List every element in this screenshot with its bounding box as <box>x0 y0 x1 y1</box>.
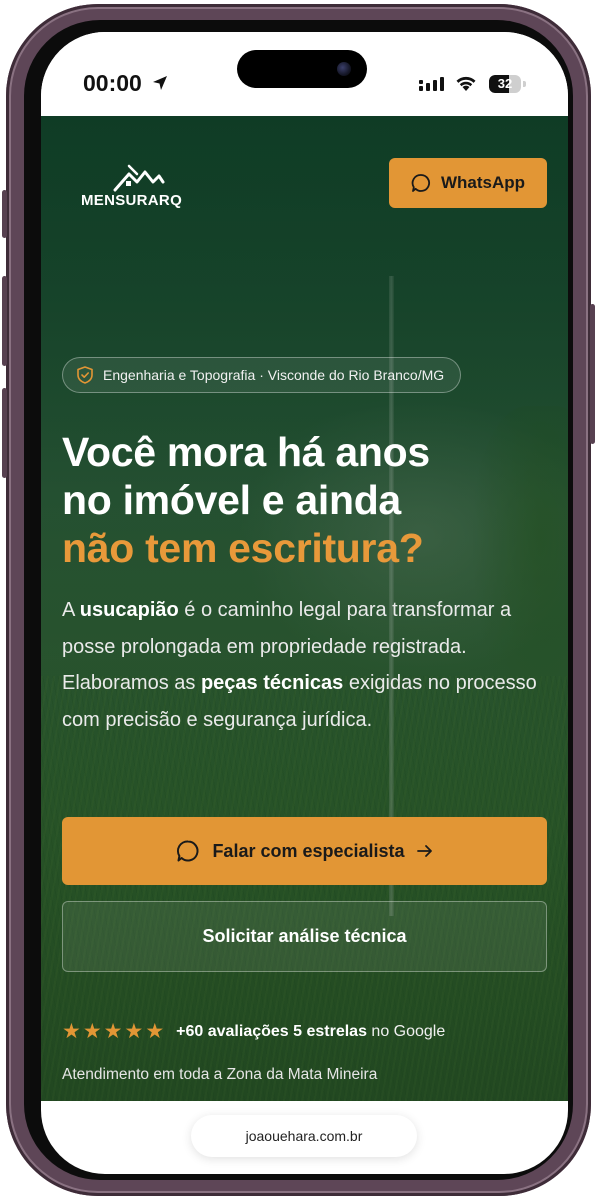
star-icon: ★ <box>145 1020 165 1043</box>
url-text: joaouehara.com.br <box>245 1128 363 1144</box>
status-time: 00:00 <box>83 70 142 96</box>
phone-screen: 00:00 32 MENSURARQ WhatsApp Engenharia e… <box>41 32 568 1174</box>
logo-mark-icon <box>113 164 165 192</box>
location-arrow-icon <box>153 76 167 90</box>
cta-primary-label: Falar com especialista <box>212 840 405 861</box>
rating-text: +60 avaliações 5 estrelas no Google <box>176 1023 445 1041</box>
talk-to-specialist-button[interactable]: Falar com especialista <box>62 817 547 885</box>
whatsapp-button-label: WhatsApp <box>440 173 526 192</box>
hero-headline: Você mora há anos no imóvel e ainda não … <box>62 428 542 572</box>
power-button <box>590 304 595 444</box>
rating-row: ★ ★ ★ ★ ★ +60 avaliações 5 estrelas no G… <box>62 1020 445 1043</box>
shield-check-icon <box>77 366 93 384</box>
dynamic-island <box>237 50 367 88</box>
category-badge: Engenharia e Topografia · Visconde do Ri… <box>62 357 462 393</box>
star-icon: ★ <box>82 1020 102 1043</box>
camera-icon <box>337 62 351 76</box>
rating-bold-text: +60 avaliações 5 estrelas <box>176 1023 367 1040</box>
logo[interactable]: MENSURARQ <box>81 164 201 212</box>
battery-icon: 32 <box>489 75 521 93</box>
lead-bold-usucapiao: usucapião <box>79 599 179 621</box>
volume-up-button <box>2 276 7 366</box>
star-icon: ★ <box>124 1020 144 1043</box>
logo-text: MENSURARQ <box>81 192 183 209</box>
lead-text-1: A <box>62 599 80 621</box>
hero-section: MENSURARQ WhatsApp Engenharia e Topograf… <box>41 116 568 1101</box>
request-analysis-button[interactable]: Solicitar análise técnica <box>62 901 547 972</box>
lead-bold-pecas: peças técnicas <box>200 672 344 694</box>
chat-bubble-icon <box>177 840 199 862</box>
phone-frame: 00:00 32 MENSURARQ WhatsApp Engenharia e… <box>2 4 595 1196</box>
whatsapp-button[interactable]: WhatsApp <box>389 158 547 208</box>
star-icon: ★ <box>62 1020 81 1043</box>
volume-down-button <box>2 388 7 478</box>
wifi-icon <box>456 76 476 91</box>
action-button <box>2 190 7 238</box>
battery-level: 32 <box>497 76 513 91</box>
arrow-right-icon <box>416 845 432 857</box>
battery-tip <box>523 81 526 87</box>
headline-accent: não tem escritura? <box>62 525 424 571</box>
headline-line-2: no imóvel e ainda <box>62 477 401 523</box>
signal-icon <box>419 77 444 91</box>
rating-suffix: no Google <box>371 1023 446 1040</box>
rating-stars: ★ ★ ★ ★ ★ <box>62 1020 165 1043</box>
chat-bubble-icon <box>411 174 430 192</box>
headline-line-1: Você mora há anos <box>62 429 430 475</box>
service-area-text: Atendimento em toda a Zona da Mata Minei… <box>62 1066 378 1083</box>
badge-text: Engenharia e Topografia · Visconde do Ri… <box>103 367 445 383</box>
star-icon: ★ <box>103 1020 123 1043</box>
cta-secondary-label: Solicitar análise técnica <box>202 926 407 946</box>
hero-description: A usucapião é o caminho legal para trans… <box>62 592 554 738</box>
browser-url-bar[interactable]: joaouehara.com.br <box>191 1115 417 1157</box>
